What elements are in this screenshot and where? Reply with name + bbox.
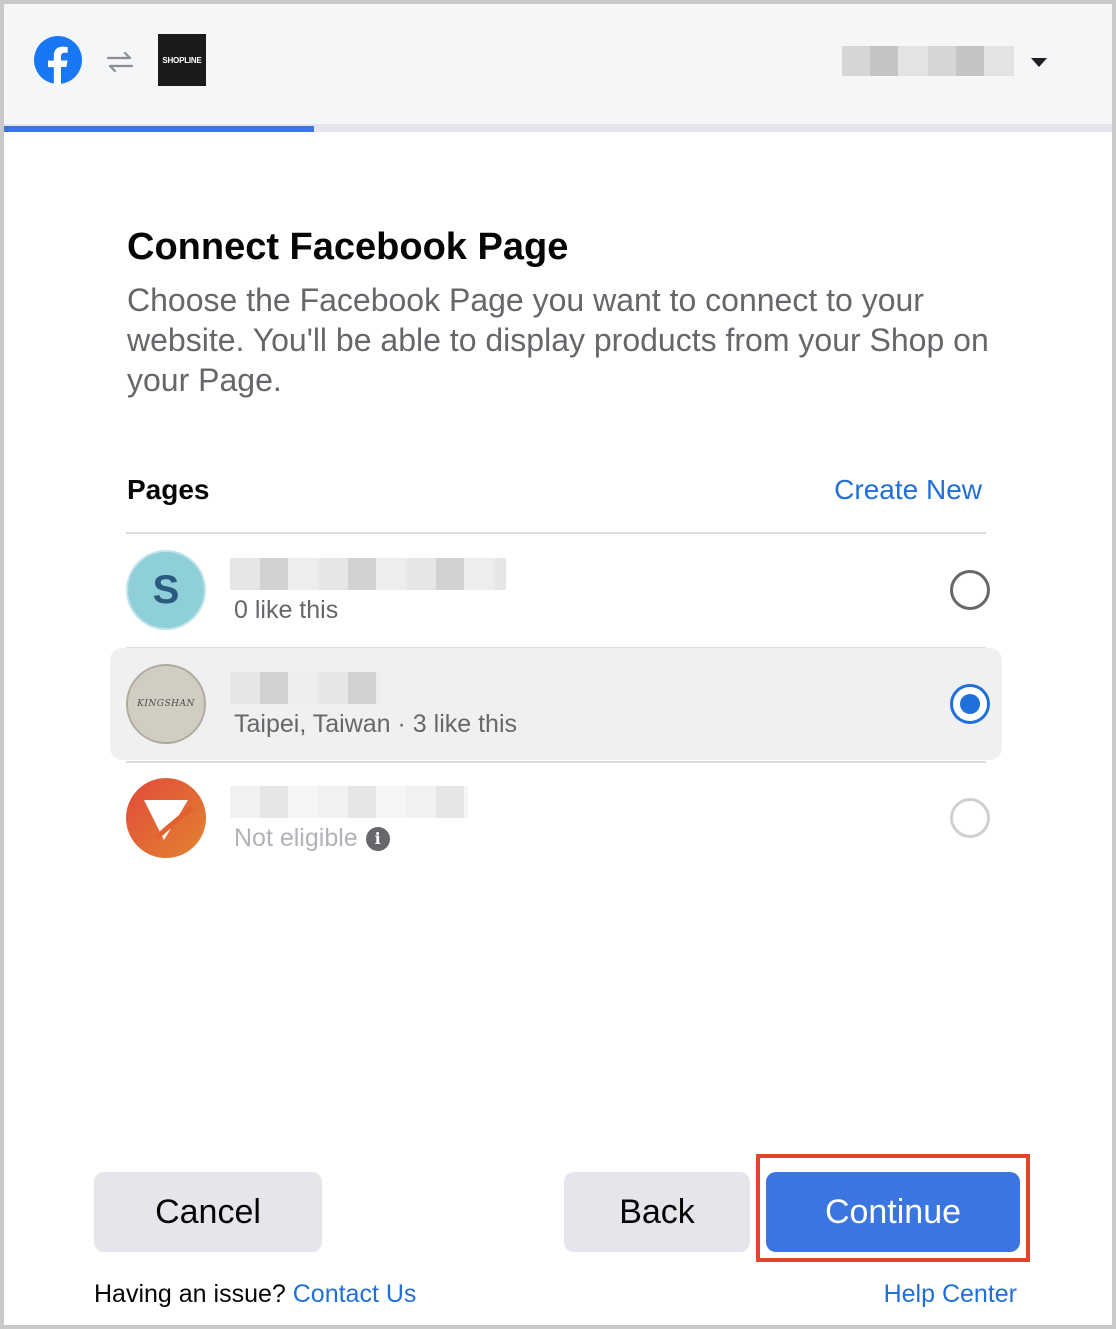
- page-option[interactable]: S 0 like this: [110, 534, 1002, 646]
- avatar-letter: S: [152, 567, 180, 612]
- swap-arrows-icon: [106, 51, 134, 73]
- page-radio-disabled: [950, 798, 990, 838]
- page-meta: Not eligible i: [234, 824, 390, 853]
- progress-bar-fill: [4, 126, 315, 132]
- page-option-selected[interactable]: KINGSHAN Taipei, Taiwan · 3 like this: [110, 648, 1002, 760]
- caret-down-icon[interactable]: [1030, 56, 1048, 68]
- page-meta: Taipei, Taiwan · 3 like this: [234, 710, 518, 738]
- page-name-redacted: [230, 786, 468, 818]
- account-name-redacted[interactable]: [842, 46, 1014, 76]
- dialog-header: SHOPLINE: [4, 4, 1112, 126]
- info-icon[interactable]: i: [365, 826, 390, 851]
- avatar-logo-text: KINGSHAN: [137, 699, 195, 709]
- page-meta: 0 like this: [234, 596, 339, 624]
- page-avatar: [126, 778, 206, 858]
- page-avatar: KINGSHAN: [126, 664, 206, 744]
- shopline-logo-text: SHOPLINE: [162, 55, 202, 65]
- continue-button[interactable]: Continue: [766, 1172, 1020, 1252]
- page-name-redacted: [230, 558, 506, 590]
- page-radio[interactable]: [950, 570, 990, 610]
- create-new-link[interactable]: Create New: [834, 474, 982, 506]
- not-eligible-label: Not eligible: [234, 824, 358, 852]
- page-subtitle: Choose the Facebook Page you want to con…: [127, 282, 989, 398]
- page-avatar: S: [126, 550, 206, 630]
- page-title: Connect Facebook Page: [127, 226, 569, 268]
- issue-prefix: Having an issue?: [94, 1280, 293, 1308]
- pages-section-label: Pages: [127, 474, 210, 505]
- cancel-button[interactable]: Cancel: [94, 1172, 322, 1252]
- shopline-logo: SHOPLINE: [158, 34, 206, 86]
- progress-bar: [4, 126, 1112, 132]
- page-name-redacted: [230, 672, 380, 704]
- page-option-disabled: Not eligible i: [110, 762, 1002, 874]
- dialog-frame: SHOPLINE Connect Facebook Page Choose th…: [0, 0, 1116, 1329]
- page-radio-checked[interactable]: [950, 684, 990, 724]
- issue-text: Having an issue? Contact Us: [94, 1280, 416, 1309]
- facebook-logo-icon: [34, 36, 82, 84]
- back-button[interactable]: Back: [564, 1172, 750, 1252]
- help-center-link[interactable]: Help Center: [884, 1280, 1017, 1309]
- arrow-logo-icon: [144, 800, 194, 840]
- contact-us-link[interactable]: Contact Us: [293, 1280, 417, 1308]
